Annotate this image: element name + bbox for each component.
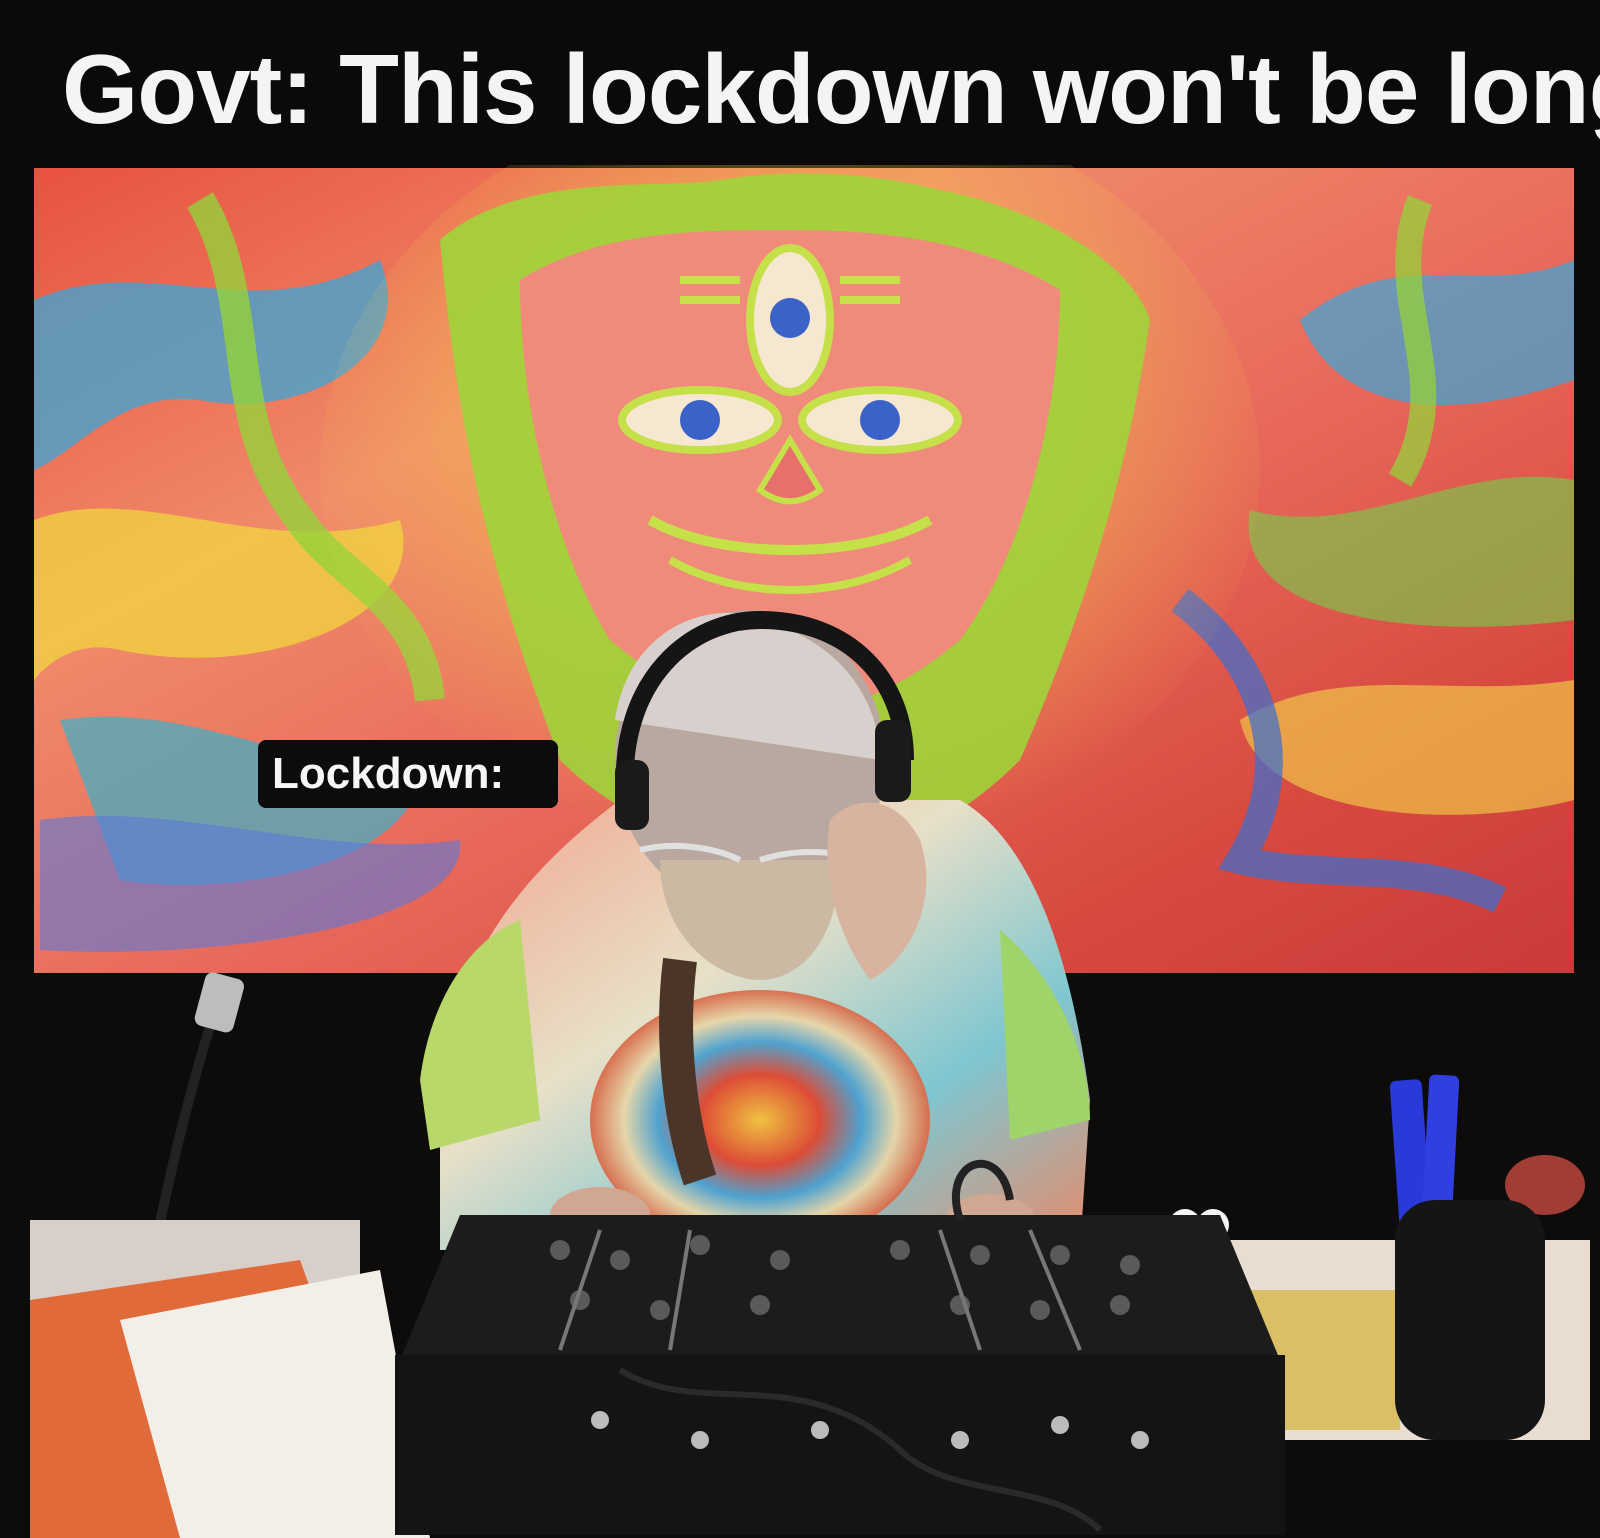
meme-image: Govt: This lockdown won't be long Lockdo… [0,0,1600,1538]
dj-mixer [395,1159,1285,1535]
lockdown-label-box: Lockdown: [258,740,558,808]
dj-photo [0,90,1600,1538]
lockdown-label: Lockdown: [272,749,505,798]
top-caption: Govt: This lockdown won't be long [62,34,1600,144]
